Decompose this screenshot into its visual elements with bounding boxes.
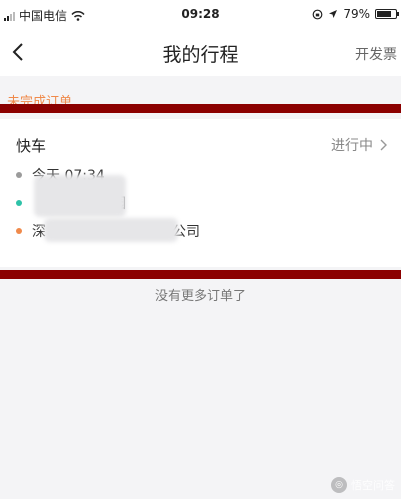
battery-icon [375, 9, 399, 19]
screen-lock-icon [312, 9, 323, 19]
order-status[interactable]: 进行中 [331, 135, 387, 155]
time-dot-icon [16, 172, 22, 178]
start-dot-icon [16, 200, 22, 206]
watermark-logo-icon: ◎ [331, 477, 347, 493]
end-dot-icon [16, 228, 22, 234]
invoice-button[interactable]: 开发票 [355, 44, 397, 64]
watermark-text: 悟空问答 [351, 479, 395, 492]
status-right: 79% [312, 7, 399, 21]
highlight-bar-bottom [0, 270, 401, 279]
battery-percent: 79% [343, 7, 370, 21]
redaction-mask-2 [44, 218, 178, 242]
order-card[interactable]: 快车 进行中 今天 07:34 园 深 限公司 [0, 119, 401, 267]
chevron-right-icon [380, 139, 387, 151]
highlight-bar-top [0, 104, 401, 113]
no-more-orders: 没有更多订单了 [154, 289, 246, 304]
order-type: 快车 [16, 137, 47, 155]
location-arrow-icon [329, 10, 338, 18]
watermark: ◎ 悟空问答 [331, 477, 395, 493]
order-status-label: 进行中 [331, 138, 373, 154]
nav-bar: 我的行程 开发票 [0, 28, 401, 76]
page-title: 我的行程 [162, 44, 239, 66]
status-bar: 中国电信 09:28 79% [0, 0, 401, 28]
redaction-mask [34, 175, 126, 217]
